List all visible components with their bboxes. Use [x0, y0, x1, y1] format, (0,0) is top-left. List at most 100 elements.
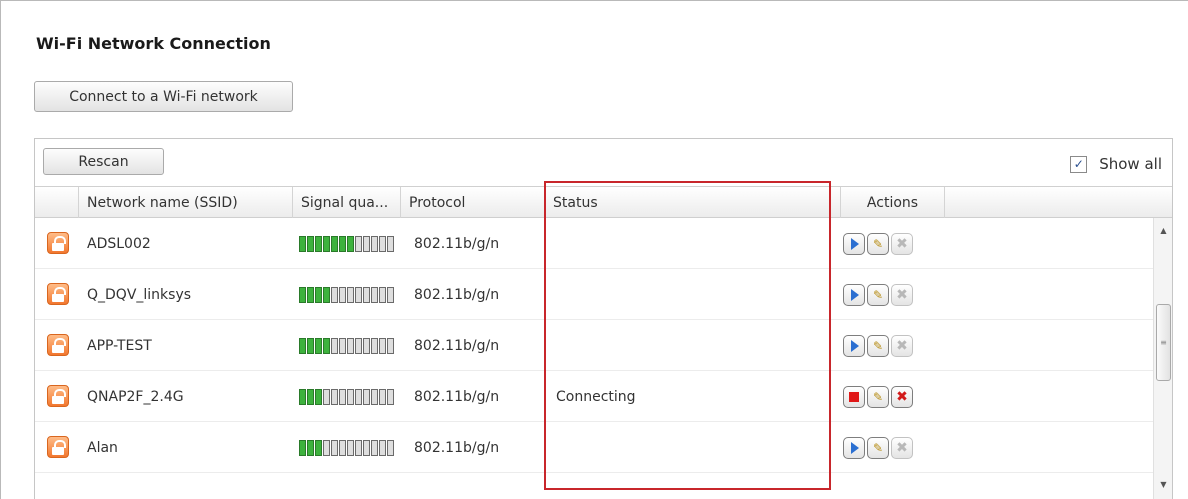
lock-icon: [47, 283, 69, 305]
delete-icon: ✖: [896, 388, 908, 405]
signal-segment: [347, 235, 354, 252]
signal-segment: [387, 235, 394, 252]
stop-icon: [849, 391, 859, 402]
column-header-ssid[interactable]: Network name (SSID): [79, 187, 293, 218]
signal-segment: [363, 286, 370, 303]
signal-segment: [331, 388, 338, 405]
row-actions: ✎ ✖: [843, 218, 915, 269]
connect-button[interactable]: [843, 283, 865, 306]
connect-button[interactable]: [843, 334, 865, 357]
signal-segment: [315, 337, 322, 354]
signal-segment: [315, 286, 322, 303]
network-ssid: Q_DQV_linksys: [87, 286, 192, 303]
signal-quality-bar: [299, 218, 394, 269]
signal-segment: [371, 439, 378, 456]
signal-segment: [387, 439, 394, 456]
show-all-toggle[interactable]: ✓ Show all: [1070, 155, 1162, 173]
signal-segment: [347, 388, 354, 405]
network-status: Connecting: [556, 388, 636, 405]
signal-segment: [299, 235, 306, 252]
row-actions: ✎ ✖: [843, 269, 915, 320]
network-protocol: 802.11b/g/n: [414, 388, 500, 405]
delete-icon: ✖: [896, 439, 908, 456]
rescan-button[interactable]: Rescan: [43, 148, 164, 175]
signal-segment: [315, 235, 322, 252]
signal-segment: [323, 235, 330, 252]
lock-icon: [47, 436, 69, 458]
pencil-icon: ✎: [872, 236, 884, 251]
signal-quality-bar: [299, 371, 394, 422]
show-all-checkbox[interactable]: ✓: [1070, 155, 1088, 173]
page-title: Wi-Fi Network Connection: [36, 34, 271, 53]
signal-segment: [299, 439, 306, 456]
network-protocol: 802.11b/g/n: [414, 337, 500, 354]
play-icon: [851, 237, 859, 250]
lock-icon: [47, 385, 69, 407]
scrollbar-thumb[interactable]: ≡: [1156, 304, 1171, 381]
signal-segment: [387, 337, 394, 354]
column-header-protocol[interactable]: Protocol: [401, 187, 545, 218]
signal-segment: [379, 235, 386, 252]
signal-segment: [307, 235, 314, 252]
connect-wifi-button[interactable]: Connect to a Wi-Fi network: [34, 81, 293, 112]
signal-segment: [307, 337, 314, 354]
signal-segment: [339, 388, 346, 405]
signal-segment: [299, 286, 306, 303]
signal-segment: [315, 439, 322, 456]
table-row[interactable]: Q_DQV_linksys 802.11b/g/n ✎ ✖: [35, 269, 1155, 320]
signal-segment: [379, 337, 386, 354]
scroll-up-icon[interactable]: ▲: [1154, 222, 1172, 238]
connect-button[interactable]: [843, 232, 865, 255]
edit-button[interactable]: ✎: [867, 436, 889, 459]
network-ssid: Alan: [87, 439, 118, 456]
edit-button[interactable]: ✎: [867, 232, 889, 255]
signal-quality-bar: [299, 269, 394, 320]
connect-button[interactable]: [843, 436, 865, 459]
table-row[interactable]: APP-TEST 802.11b/g/n ✎ ✖: [35, 320, 1155, 371]
vertical-scrollbar[interactable]: ▲ ≡ ▼: [1153, 218, 1172, 499]
table-row[interactable]: Alan 802.11b/g/n ✎ ✖: [35, 422, 1155, 473]
column-header-signal[interactable]: Signal qua...: [293, 187, 401, 218]
signal-segment: [387, 286, 394, 303]
delete-button[interactable]: ✖: [891, 385, 913, 408]
signal-segment: [363, 439, 370, 456]
edit-button[interactable]: ✎: [867, 334, 889, 357]
signal-segment: [347, 337, 354, 354]
table-header: Network name (SSID) Signal qua... Protoc…: [35, 186, 1172, 218]
lock-icon: [47, 232, 69, 254]
signal-segment: [363, 337, 370, 354]
signal-segment: [339, 439, 346, 456]
delete-icon: ✖: [896, 286, 908, 303]
signal-segment: [355, 286, 362, 303]
signal-segment: [355, 235, 362, 252]
signal-segment: [331, 439, 338, 456]
signal-segment: [379, 388, 386, 405]
signal-segment: [307, 286, 314, 303]
delete-icon: ✖: [896, 337, 908, 354]
table-row[interactable]: QNAP2F_2.4G 802.11b/g/n Connecting ✎ ✖: [35, 371, 1155, 422]
network-protocol: 802.11b/g/n: [414, 235, 500, 252]
edit-button[interactable]: ✎: [867, 283, 889, 306]
signal-segment: [299, 388, 306, 405]
column-header-status[interactable]: Status: [545, 187, 841, 218]
signal-segment: [323, 286, 330, 303]
lock-icon: [47, 334, 69, 356]
network-protocol: 802.11b/g/n: [414, 286, 500, 303]
signal-segment: [347, 286, 354, 303]
signal-segment: [379, 286, 386, 303]
delete-button: ✖: [891, 334, 913, 357]
scroll-down-icon[interactable]: ▼: [1154, 476, 1172, 492]
signal-segment: [331, 286, 338, 303]
row-actions: ✎ ✖: [843, 320, 915, 371]
signal-segment: [339, 337, 346, 354]
pencil-icon: ✎: [872, 287, 884, 302]
signal-segment: [339, 286, 346, 303]
row-actions: ✎ ✖: [843, 422, 915, 473]
delete-button: ✖: [891, 283, 913, 306]
edit-button[interactable]: ✎: [867, 385, 889, 408]
signal-segment: [347, 439, 354, 456]
signal-segment: [323, 439, 330, 456]
stop-button[interactable]: [843, 385, 865, 408]
table-row[interactable]: ADSL002 802.11b/g/n ✎ ✖: [35, 218, 1155, 269]
network-ssid: QNAP2F_2.4G: [87, 388, 184, 405]
